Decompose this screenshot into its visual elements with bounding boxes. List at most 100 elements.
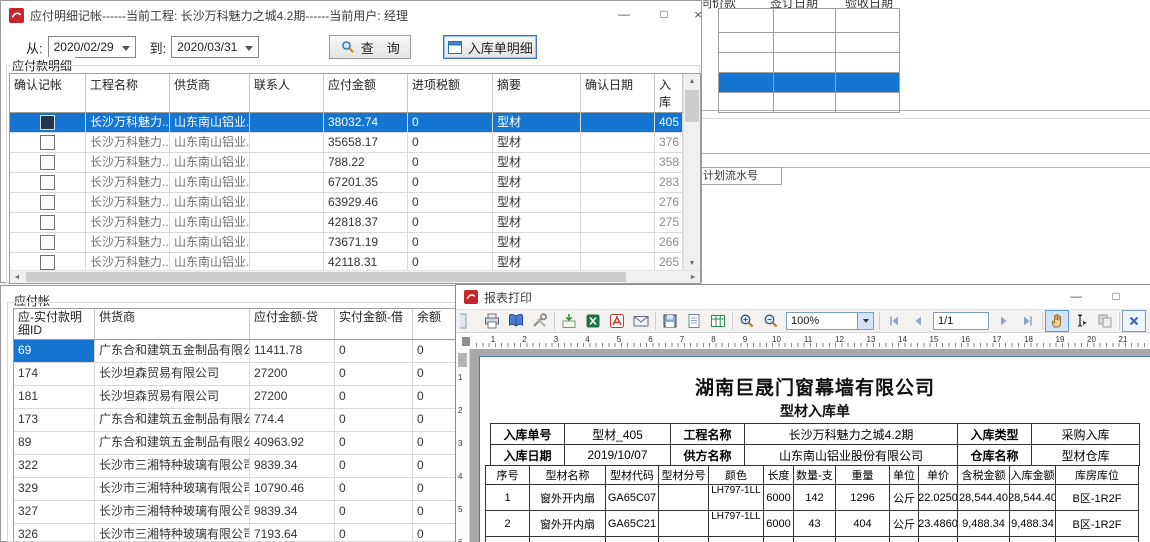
first-page-icon[interactable] (882, 310, 906, 332)
next-page-icon[interactable] (992, 310, 1016, 332)
close-preview-icon[interactable] (1122, 310, 1146, 332)
confirm-checkbox[interactable] (40, 175, 55, 190)
bg-table-row (719, 33, 899, 53)
table-row[interactable]: 长沙万科魅力...山东南山铝业...67201.350型材283 (10, 173, 700, 193)
column-header[interactable]: 摘要 (493, 74, 581, 112)
chevron-down-icon[interactable] (857, 313, 873, 329)
pdf-icon[interactable] (605, 310, 629, 332)
scrollbar-thumb[interactable] (26, 272, 626, 282)
column-header[interactable]: 应付金额 (324, 74, 408, 112)
ruler-number: 16 (956, 335, 976, 344)
column-header[interactable]: 供货商 (95, 309, 250, 339)
scrollbar-thumb[interactable] (685, 90, 699, 122)
column-header[interactable]: 确认日期 (581, 74, 655, 112)
column-header[interactable]: 确认记帐 (10, 74, 86, 112)
printer-icon[interactable] (480, 310, 504, 332)
scroll-right-icon[interactable]: ► (686, 271, 700, 283)
detail-cell: 6000 (764, 511, 794, 536)
table-row[interactable]: 长沙万科魅力...山东南山铝业...42818.370型材275 (10, 213, 700, 233)
horizontal-scrollbar[interactable]: ◄ ► (10, 270, 700, 283)
close-icon[interactable]: × (1139, 285, 1150, 307)
from-date-value: 2020/02/29 (54, 40, 114, 54)
from-date-picker[interactable]: 2020/02/29 (48, 36, 136, 58)
book-icon[interactable] (504, 310, 528, 332)
hand-tool-icon[interactable] (1045, 310, 1069, 332)
ruler-number: 3 (458, 439, 462, 448)
column-header[interactable]: 入库 (655, 74, 683, 112)
detail-cell: 9,488.34 (1010, 511, 1056, 536)
table-cell: 型材 (493, 213, 581, 232)
minimize-icon[interactable]: — (609, 1, 639, 27)
confirm-checkbox[interactable] (40, 135, 55, 150)
column-header[interactable]: 进项税额 (408, 74, 493, 112)
report-titlebar[interactable]: 报表打印 — □ × (456, 285, 1150, 309)
maximize-icon[interactable]: □ (649, 1, 679, 27)
minimize-icon[interactable]: — (1061, 285, 1091, 307)
export-icon[interactable] (557, 310, 581, 332)
table-row[interactable]: 长沙万科魅力...山东南山铝业...73671.190型材266 (10, 233, 700, 253)
document-icon[interactable] (682, 310, 706, 332)
confirm-checkbox[interactable] (40, 115, 55, 130)
win1-titlebar[interactable]: 应付明细记帐------当前工程: 长沙万科魅力之城4.2期------当前用户… (1, 1, 701, 29)
table-icon[interactable] (706, 310, 730, 332)
table-row[interactable]: 长沙万科魅力...山东南山铝业...788.220型材358 (10, 153, 700, 173)
confirm-checkbox[interactable] (40, 215, 55, 230)
column-header[interactable]: 工程名称 (86, 74, 170, 112)
last-page-icon[interactable] (1016, 310, 1040, 332)
save-icon[interactable] (658, 310, 682, 332)
to-date-picker[interactable]: 2020/03/31 (171, 36, 259, 58)
detail-cell: LH797-1LL (709, 485, 764, 510)
table-row[interactable]: 长沙万科魅力...山东南山铝业...63929.460型材276 (10, 193, 700, 213)
table-cell: 7193.64 (250, 524, 335, 541)
form-title: 型材入库单 (480, 401, 1150, 421)
table-cell: 0 (335, 478, 413, 500)
table-row[interactable]: 长沙万科魅力...山东南山铝业...38032.740型材405 (10, 113, 700, 133)
page-number-field[interactable]: 1/1 (933, 312, 989, 330)
table-cell: 0 (335, 386, 413, 408)
ruler-number: 11 (798, 335, 818, 344)
table-cell (250, 153, 324, 172)
panel-icon[interactable] (456, 310, 480, 332)
column-header[interactable]: 实付金额-借 (335, 309, 413, 339)
detail-header-cell: 含税金额 (958, 466, 1010, 484)
vertical-ruler: 123456 (456, 349, 470, 542)
text-select-icon[interactable] (1069, 310, 1093, 332)
table-cell: 0 (335, 340, 413, 362)
table-cell: 0 (335, 363, 413, 385)
scroll-up-icon[interactable]: ▲ (684, 74, 700, 89)
detail-header-cell: 长度 (764, 466, 794, 484)
to-date-value: 2020/03/31 (177, 40, 237, 54)
payable-detail-window: 应付明细记帐------当前工程: 长沙万科魅力之城4.2期------当前用户… (0, 0, 702, 283)
excel-icon[interactable] (581, 310, 605, 332)
maximize-icon[interactable]: □ (1101, 285, 1131, 307)
column-header[interactable]: 供货商 (170, 74, 250, 112)
confirm-checkbox[interactable] (40, 255, 55, 270)
zoom-level-combo[interactable]: 100% (786, 312, 874, 330)
detail-header-cell: 型材分号 (659, 466, 709, 484)
confirm-checkbox[interactable] (40, 195, 55, 210)
table-row[interactable]: 长沙万科魅力...山东南山铝业...35658.170型材376 (10, 133, 700, 153)
table-cell: 266 (655, 233, 683, 252)
scroll-left-icon[interactable]: ◄ (10, 271, 24, 283)
tools-icon[interactable] (528, 310, 552, 332)
prev-page-icon[interactable] (906, 310, 930, 332)
stockin-detail-button[interactable]: 入库单明细 (443, 35, 537, 59)
info-cell: 仓库名称 (958, 445, 1032, 465)
table-cell (10, 133, 86, 152)
column-header[interactable]: 应-实付款明细ID (14, 309, 95, 339)
copy-icon[interactable] (1093, 310, 1117, 332)
close-icon[interactable]: × (683, 1, 713, 27)
table-cell: 长沙坦森贸易有限公司 (95, 363, 250, 385)
mail-icon[interactable] (629, 310, 653, 332)
vertical-scrollbar[interactable]: ▲ ▼ (683, 74, 700, 271)
scroll-down-icon[interactable]: ▼ (684, 256, 700, 271)
column-header[interactable]: 应付金额-贷 (250, 309, 335, 339)
column-header[interactable]: 联系人 (250, 74, 324, 112)
query-button[interactable]: 查 询 (329, 35, 411, 59)
detail-header-cell: 颜色 (709, 466, 764, 484)
zoom-out-icon[interactable] (759, 310, 783, 332)
zoom-in-icon[interactable] (735, 310, 759, 332)
confirm-checkbox[interactable] (40, 155, 55, 170)
confirm-checkbox[interactable] (40, 235, 55, 250)
ruler-number: 19 (1050, 335, 1070, 344)
